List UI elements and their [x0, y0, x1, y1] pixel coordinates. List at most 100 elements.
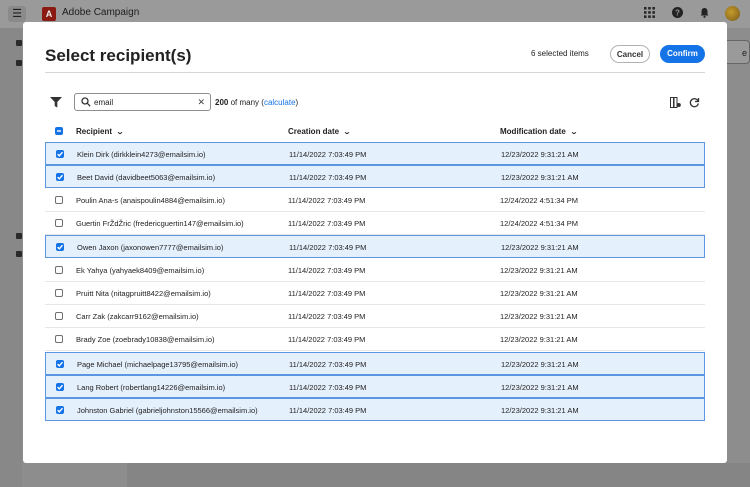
- refresh-icon[interactable]: [689, 97, 700, 108]
- app-sidebar: [0, 28, 22, 487]
- column-label: Recipient: [76, 127, 113, 136]
- table-row[interactable]: Brady Zoe (zoebrady10838@emailsim.io) 11/…: [45, 328, 705, 352]
- apps-grid-icon[interactable]: [644, 7, 655, 22]
- count-number: 200: [215, 98, 229, 107]
- recipient-cell: Page Michael (michaelpage13795@emailsim.…: [77, 359, 239, 369]
- row-checkbox[interactable]: [56, 150, 64, 158]
- search-field[interactable]: ✕: [74, 93, 211, 111]
- count-text: of many (: [228, 98, 264, 107]
- creation-date-cell: 11/14/2022 7:03:49 PM: [289, 406, 367, 416]
- selected-count: 6 selected items: [531, 49, 589, 58]
- modification-date-cell: 12/23/2022 9:31:21 AM: [501, 406, 579, 416]
- adobe-logo-icon: A: [42, 7, 56, 21]
- row-checkbox[interactable]: [55, 312, 63, 321]
- filter-icon[interactable]: [50, 97, 62, 108]
- row-checkbox[interactable]: [56, 406, 64, 415]
- creation-date-cell: 11/14/2022 7:03:49 PM: [289, 150, 367, 159]
- table-row[interactable]: Guertin FrŽdŽric (fredericguertin147@ema…: [45, 212, 705, 235]
- recipient-cell: Beet David (davidbeet5063@emailsim.io): [77, 173, 216, 183]
- clear-icon[interactable]: ✕: [197, 96, 205, 108]
- modification-date-cell: 12/24/2022 4:51:34 PM: [500, 195, 578, 205]
- column-header-recipient[interactable]: Recipient ⌄: [76, 127, 125, 136]
- modification-date-cell: 12/23/2022 9:31:21 AM: [500, 312, 578, 322]
- modification-date-cell: 12/23/2022 9:31:21 AM: [500, 335, 578, 345]
- recipient-cell: Johnston Gabriel (gabrieljohnston15566@e…: [77, 406, 258, 416]
- chevron-down-icon: ⌄: [569, 129, 578, 136]
- count-close: ): [295, 98, 299, 107]
- modification-date-cell: 12/23/2022 9:31:21 AM: [501, 173, 579, 183]
- modification-date-cell: 12/23/2022 9:31:21 AM: [501, 359, 579, 369]
- bell-icon[interactable]: [699, 7, 710, 22]
- app-title: Adobe Campaign: [62, 7, 140, 18]
- row-checkbox[interactable]: [56, 243, 64, 252]
- creation-date-cell: 11/14/2022 7:03:49 PM: [288, 218, 366, 228]
- creation-date-cell: 11/14/2022 7:03:49 PM: [289, 243, 367, 253]
- row-checkbox[interactable]: [55, 288, 63, 297]
- table-row[interactable]: Johnston Gabriel (gabrieljohnston15566@e…: [45, 398, 705, 422]
- modification-date-cell: 12/23/2022 9:31:21 AM: [501, 383, 579, 392]
- select-recipients-dialog: Select recipient(s) 6 selected items Can…: [23, 22, 727, 463]
- modification-date-cell: 12/24/2022 4:51:34 PM: [500, 218, 578, 228]
- modification-date-cell: 12/23/2022 9:31:21 AM: [500, 288, 578, 298]
- select-all-checkbox[interactable]: [55, 127, 63, 135]
- creation-date-cell: 11/14/2022 7:03:49 PM: [288, 265, 366, 275]
- svg-text:?: ?: [675, 9, 680, 18]
- recipient-cell: Ek Yahya (yahyaek8409@emailsim.io): [76, 265, 205, 275]
- result-count: 200 of many (calculate): [215, 98, 298, 107]
- column-settings-icon[interactable]: [670, 97, 681, 108]
- calculate-link[interactable]: calculate: [264, 98, 296, 107]
- recipient-cell: Pruitt Nita (nitagpruitt8422@emailsim.io…: [76, 288, 211, 298]
- table-row[interactable]: Beet David (davidbeet5063@emailsim.io) 11…: [45, 165, 705, 189]
- recipient-cell: Carr Zak (zakcarr9162@emailsim.io): [76, 312, 199, 322]
- help-icon[interactable]: ?: [672, 7, 683, 22]
- table-row[interactable]: Page Michael (michaelpage13795@emailsim.…: [45, 351, 705, 375]
- chevron-down-icon: ⌄: [342, 129, 352, 136]
- recipient-cell: Owen Jaxon (jaxonowen7777@emailsim.io): [77, 243, 224, 253]
- column-header-modification-date[interactable]: Modification date ⌄: [500, 127, 578, 136]
- creation-date-cell: 11/14/2022 7:03:49 PM: [288, 312, 366, 322]
- table-row[interactable]: Pruitt Nita (nitagpruitt8422@emailsim.io…: [45, 282, 705, 305]
- column-header-creation-date[interactable]: Creation date ⌄: [288, 127, 352, 136]
- table-row[interactable]: Lang Robert (robertlang14226@emailsim.io…: [45, 375, 705, 398]
- row-checkbox[interactable]: [56, 359, 64, 368]
- search-input[interactable]: [94, 96, 194, 108]
- table-row[interactable]: Klein Dirk (dirkklein4273@emailsim.io) 11…: [45, 142, 705, 165]
- table-row[interactable]: Poulin Ana-s (anaispoulin4884@emailsim.i…: [45, 189, 705, 212]
- row-checkbox[interactable]: [55, 265, 63, 274]
- table-row[interactable]: Carr Zak (zakcarr9162@emailsim.io) 11/14/…: [45, 305, 705, 329]
- row-checkbox[interactable]: [55, 335, 63, 344]
- recipient-cell: Lang Robert (robertlang14226@emailsim.io…: [77, 383, 226, 392]
- creation-date-cell: 11/14/2022 7:03:49 PM: [288, 195, 366, 205]
- table-header: Recipient ⌄ Creation date ⌄ Modification d…: [45, 122, 705, 142]
- creation-date-cell: 11/14/2022 7:03:49 PM: [289, 359, 367, 369]
- avatar[interactable]: [725, 6, 740, 21]
- table-body: Klein Dirk (dirkklein4273@emailsim.io) 11…: [45, 142, 705, 429]
- modification-date-cell: 12/23/2022 9:31:21 AM: [501, 150, 579, 159]
- row-checkbox[interactable]: [56, 383, 64, 391]
- confirm-button[interactable]: Confirm: [660, 45, 705, 63]
- row-checkbox[interactable]: [55, 218, 63, 227]
- row-checkbox[interactable]: [56, 173, 64, 182]
- creation-date-cell: 11/14/2022 7:03:49 PM: [288, 335, 366, 345]
- cancel-button[interactable]: Cancel: [610, 45, 650, 63]
- creation-date-cell: 11/14/2022 7:03:49 PM: [289, 383, 367, 392]
- modification-date-cell: 12/23/2022 9:31:21 AM: [500, 265, 578, 275]
- app-footer-band: [127, 463, 750, 487]
- modification-date-cell: 12/23/2022 9:31:21 AM: [501, 243, 579, 253]
- chevron-down-icon: ⌄: [115, 129, 125, 136]
- search-icon: [81, 97, 91, 107]
- row-checkbox[interactable]: [55, 195, 63, 204]
- table-row[interactable]: Owen Jaxon (jaxonowen7777@emailsim.io) 11…: [45, 235, 705, 259]
- dialog-title: Select recipient(s): [45, 46, 192, 65]
- column-label: Modification date: [500, 127, 566, 136]
- creation-date-cell: 11/14/2022 7:03:49 PM: [289, 173, 367, 183]
- creation-date-cell: 11/14/2022 7:03:49 PM: [288, 288, 366, 298]
- menu-icon[interactable]: ☰: [8, 6, 26, 22]
- recipient-cell: Klein Dirk (dirkklein4273@emailsim.io): [77, 150, 206, 159]
- recipient-cell: Brady Zoe (zoebrady10838@emailsim.io): [76, 335, 215, 345]
- column-label: Creation date: [288, 127, 340, 136]
- divider: [45, 72, 705, 73]
- table-row[interactable]: Ek Yahya (yahyaek8409@emailsim.io) 11/14/…: [45, 259, 705, 282]
- recipient-cell: Guertin FrŽdŽric (fredericguertin147@ema…: [76, 218, 244, 228]
- recipient-cell: Poulin Ana-s (anaispoulin4884@emailsim.i…: [76, 195, 225, 205]
